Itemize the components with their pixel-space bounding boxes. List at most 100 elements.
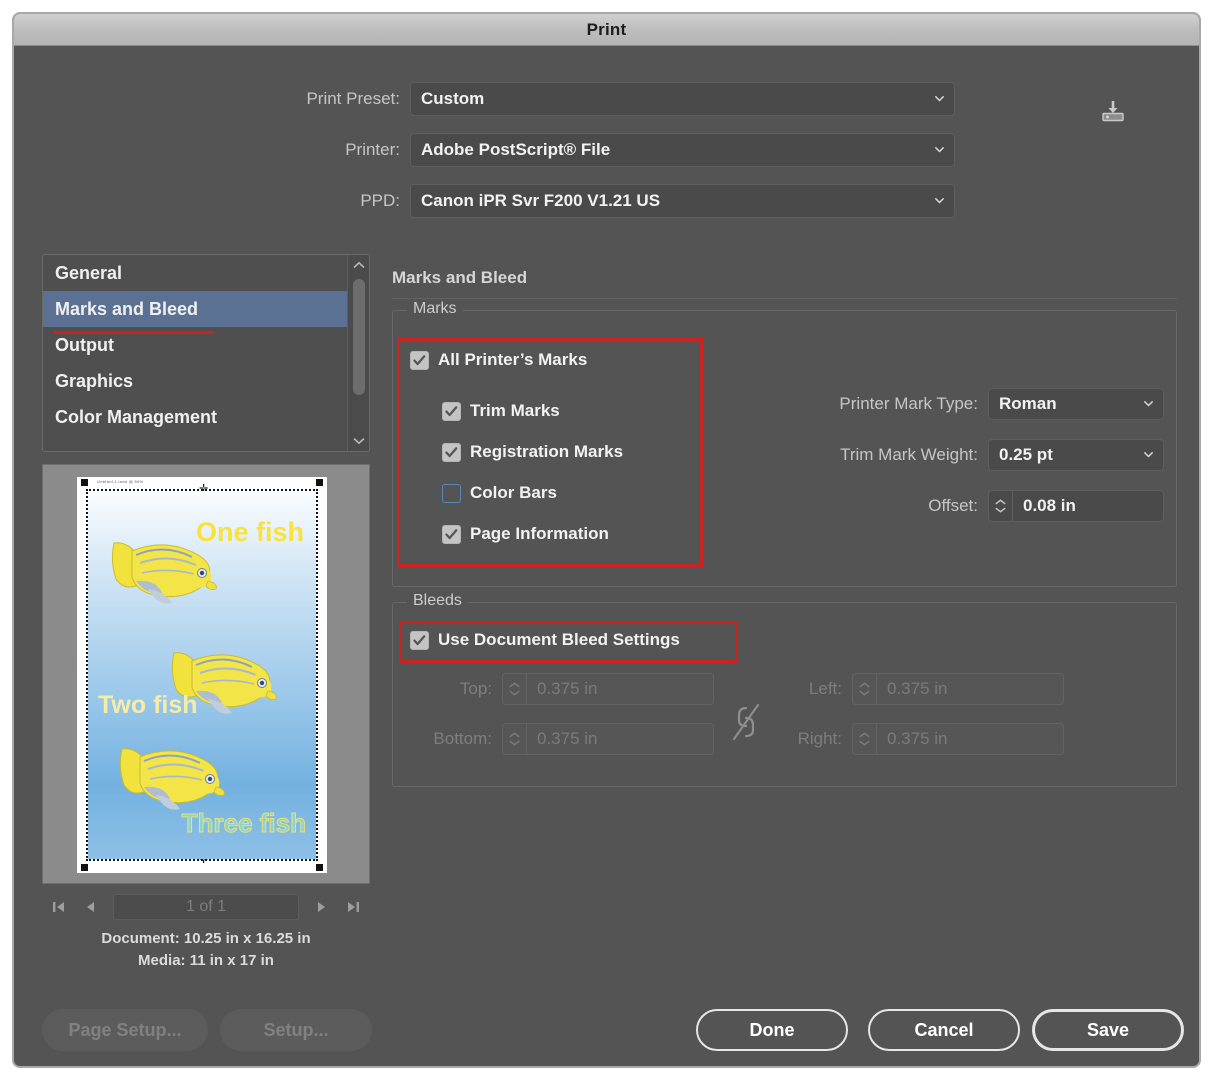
checkbox-label: All Printer’s Marks [438,350,587,370]
bleed-top-label: Top: [404,679,502,699]
ppd-row: PPD: Canon iPR Svr F200 V1.21 US [282,184,955,218]
offset-row: Offset: 0.08 in [792,490,1164,522]
scrollbar-thumb[interactable] [353,279,365,395]
bleed-top-stepper [502,673,526,705]
marks-group-label: Marks [407,300,463,318]
save-button[interactable]: Save [1032,1009,1184,1051]
sidebar-item-general[interactable]: General [43,255,369,291]
sidebar-item-graphics[interactable]: Graphics [43,363,369,399]
offset-input[interactable]: 0.08 in [1012,490,1164,522]
page-number-input[interactable]: 1 of 1 [113,894,299,920]
dialog-title: Print [587,20,627,40]
bleed-bottom-input: 0.375 in [526,723,714,755]
page-setup-button[interactable]: Page Setup... [42,1009,208,1051]
ppd-value: Canon iPR Svr F200 V1.21 US [421,191,660,211]
sidebar-item-label: General [55,263,122,283]
preview-slug-text: Untitled-1.indd @ 50% [97,479,143,484]
chevron-down-icon [1143,449,1154,460]
document-info: Document: 10.25 in x 16.25 in Media: 11 … [42,928,370,972]
bleed-bottom-value: 0.375 in [537,729,598,749]
next-page-icon[interactable] [311,897,331,917]
checkbox-color-bars[interactable] [442,484,461,503]
bleed-top-value: 0.375 in [537,679,598,699]
bleed-right-input: 0.375 in [876,723,1064,755]
sidebar-item-label: Output [55,335,114,355]
first-page-icon[interactable] [49,897,69,917]
checkbox-page-information[interactable] [442,525,461,544]
bleed-right-stepper [852,723,876,755]
last-page-icon[interactable] [343,897,363,917]
sidebar-item-label: Graphics [55,371,133,391]
document-size-line: Document: 10.25 in x 16.25 in [42,928,370,950]
checkbox-label: Trim Marks [470,401,560,421]
print-dialog: Print Print Preset: Custom Printer: Adob… [12,12,1201,1068]
chevron-up-icon[interactable] [348,257,370,273]
bleed-right-row: Right: 0.375 in [754,723,1064,755]
print-preset-value: Custom [421,89,484,109]
printer-mark-type-value: Roman [999,394,1057,414]
chevron-down-icon [934,144,945,155]
chevron-down-icon[interactable] [348,433,370,449]
page-title: Marks and Bleed [392,268,527,288]
done-button[interactable]: Done [696,1009,848,1051]
registration-block-br [316,864,323,871]
bleed-bottom-label: Bottom: [404,729,502,749]
chevron-down-icon [934,195,945,206]
dialog-titlebar: Print [14,14,1199,46]
offset-stepper[interactable] [988,490,1012,522]
trim-mark-weight-select[interactable]: 0.25 pt [988,439,1164,471]
bleed-bottom-stepper [502,723,526,755]
printer-mark-type-select[interactable]: Roman [988,388,1164,420]
settings-category-list[interactable]: General Marks and Bleed Output Graphics … [42,254,370,452]
checkbox-row-page-information[interactable]: Page Information [442,521,609,547]
bleed-right-label: Right: [754,729,852,749]
checkbox-trim-marks[interactable] [442,402,461,421]
checkbox-label: Registration Marks [470,442,623,462]
media-size-line: Media: 11 in x 17 in [42,950,370,972]
checkbox-row-trim-marks[interactable]: Trim Marks [442,398,560,424]
save-preset-icon[interactable] [1095,96,1131,126]
checkbox-label: Page Information [470,524,609,544]
checkbox-registration-marks[interactable] [442,443,461,462]
checkbox-label: Use Document Bleed Settings [438,630,680,650]
trim-mark-weight-label: Trim Mark Weight: [792,445,988,465]
sidebar-item-color-management[interactable]: Color Management [43,399,369,435]
ppd-label: PPD: [282,191,410,211]
bleed-right-value: 0.375 in [887,729,948,749]
checkbox-use-document-bleed-settings[interactable] [410,631,429,650]
offset-value: 0.08 in [1023,496,1076,516]
print-preset-row: Print Preset: Custom [282,82,955,116]
bleed-left-input: 0.375 in [876,673,1064,705]
checkbox-row-use-document-bleed[interactable]: Use Document Bleed Settings [410,627,680,653]
print-preset-select[interactable]: Custom [410,82,955,116]
cancel-button[interactable]: Cancel [868,1009,1020,1051]
checkbox-label: Color Bars [470,483,557,503]
checkbox-row-all-printers-marks[interactable]: All Printer’s Marks [410,347,587,373]
previous-page-icon[interactable] [81,897,101,917]
panel-divider [392,298,1177,299]
printer-select[interactable]: Adobe PostScript® File [410,133,955,167]
page-number-value: 1 of 1 [186,898,226,916]
checkbox-all-printers-marks[interactable] [410,351,429,370]
printer-mark-type-label: Printer Mark Type: [792,394,988,414]
sidebar-scrollbar[interactable] [347,255,369,451]
chevron-down-icon [1143,398,1154,409]
chevron-down-icon [934,93,945,104]
printer-label: Printer: [282,140,410,160]
sidebar-item-label: Color Management [55,407,217,427]
print-preview: Untitled-1.indd @ 50% ✛ ✛ ✛ ✛ ✛ ✛ [42,464,370,884]
sidebar-item-marks-and-bleed[interactable]: Marks and Bleed [43,291,369,327]
page-navigation: 1 of 1 [42,890,370,924]
checkbox-row-color-bars[interactable]: Color Bars [442,480,557,506]
ppd-select[interactable]: Canon iPR Svr F200 V1.21 US [410,184,955,218]
trim-mark-weight-value: 0.25 pt [999,445,1053,465]
preview-page: Untitled-1.indd @ 50% ✛ ✛ ✛ ✛ ✛ ✛ [77,477,327,873]
bleed-top-input: 0.375 in [526,673,714,705]
checkbox-row-registration-marks[interactable]: Registration Marks [442,439,623,465]
broken-link-icon[interactable] [730,699,762,745]
printer-mark-type-row: Printer Mark Type: Roman [792,388,1164,420]
bleed-top-row: Top: 0.375 in [404,673,714,705]
setup-button[interactable]: Setup... [220,1009,372,1051]
sidebar-item-label: Marks and Bleed [55,299,198,319]
print-preset-label: Print Preset: [282,89,410,109]
